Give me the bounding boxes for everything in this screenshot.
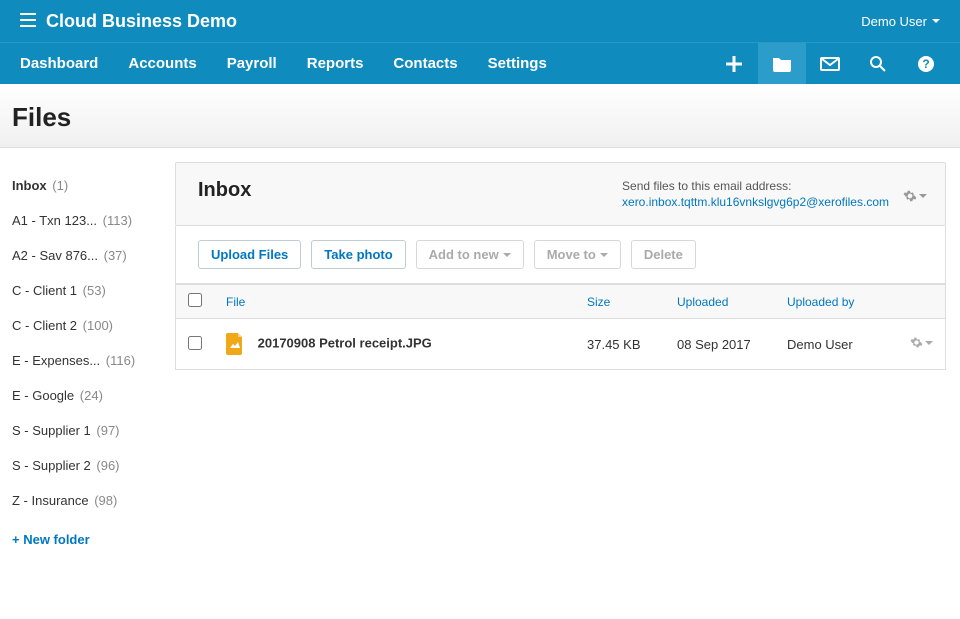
file-image-icon [226, 333, 244, 355]
folder-item[interactable]: S - Supplier 2 (96) [12, 448, 165, 483]
file-uploaded-by: Demo User [775, 319, 895, 370]
content-layout: Inbox (1) A1 - Txn 123... (113) A2 - Sav… [0, 148, 960, 581]
folder-item[interactable]: E - Google (24) [12, 378, 165, 413]
notifications-button[interactable] [806, 43, 854, 84]
folder-label: A2 - Sav 876... [12, 248, 98, 263]
folder-count: (100) [83, 318, 113, 333]
folder-inbox[interactable]: Inbox (1) [12, 168, 165, 203]
tab-payroll[interactable]: Payroll [227, 55, 277, 72]
file-table-wrap: File Size Uploaded Uploaded by [175, 284, 946, 370]
folder-label: Z - Insurance [12, 493, 89, 508]
add-button[interactable] [710, 43, 758, 84]
file-toolbar: Upload Files Take photo Add to new Move … [175, 226, 946, 284]
file-size: 37.45 KB [575, 319, 665, 370]
folder-label: Inbox [12, 178, 47, 193]
folder-sidebar: Inbox (1) A1 - Txn 123... (113) A2 - Sav… [0, 148, 165, 581]
folder-label: S - Supplier 1 [12, 423, 91, 438]
table-row[interactable]: 20170908 Petrol receipt.JPG 37.45 KB 08 … [176, 319, 945, 370]
folder-label: S - Supplier 2 [12, 458, 91, 473]
file-name: 20170908 Petrol receipt.JPG [258, 335, 432, 350]
folder-label: C - Client 1 [12, 283, 77, 298]
move-to-button[interactable]: Move to [534, 240, 621, 269]
select-all-checkbox[interactable] [188, 293, 202, 307]
email-area: Send files to this email address: xero.i… [622, 179, 927, 209]
upload-files-button[interactable]: Upload Files [198, 240, 301, 269]
folder-item[interactable]: C - Client 1 (53) [12, 273, 165, 308]
folder-count: (96) [96, 458, 119, 473]
add-to-new-button[interactable]: Add to new [416, 240, 524, 269]
folder-label: E - Google [12, 388, 74, 403]
page-title: Files [12, 102, 948, 133]
search-button[interactable] [854, 43, 902, 84]
tab-accounts[interactable]: Accounts [128, 55, 196, 72]
brand-bar: Cloud Business Demo Demo User [0, 0, 960, 42]
folder-count: (98) [94, 493, 117, 508]
take-photo-button[interactable]: Take photo [311, 240, 405, 269]
page-header: Files [0, 84, 960, 148]
folder-item[interactable]: E - Expenses... (116) [12, 343, 165, 378]
inbox-email-link[interactable]: xero.inbox.tqttm.klu16vnkslgvg6p2@xerofi… [622, 195, 889, 209]
file-table: File Size Uploaded Uploaded by [176, 284, 945, 369]
col-actions [895, 285, 945, 319]
new-folder-button[interactable]: + New folder [12, 518, 165, 561]
folder-count: (24) [80, 388, 103, 403]
tab-reports[interactable]: Reports [307, 55, 364, 72]
folder-count: (53) [83, 283, 106, 298]
tab-dashboard[interactable]: Dashboard [20, 55, 98, 72]
col-uploaded[interactable]: Uploaded [665, 285, 775, 319]
main-panel: Inbox Send files to this email address: … [165, 148, 960, 581]
tab-contacts[interactable]: Contacts [393, 55, 457, 72]
svg-text:?: ? [922, 57, 929, 71]
folder-count: (116) [106, 353, 135, 368]
folder-item[interactable]: A2 - Sav 876... (37) [12, 238, 165, 273]
folder-label: C - Client 2 [12, 318, 77, 333]
col-size[interactable]: Size [575, 285, 665, 319]
folder-count: (97) [96, 423, 119, 438]
row-checkbox[interactable] [188, 336, 202, 350]
folder-count: (1) [52, 178, 68, 193]
folder-item[interactable]: S - Supplier 1 (97) [12, 413, 165, 448]
panel-heading: Inbox [198, 179, 251, 202]
nav-icon-buttons: ? [710, 43, 950, 84]
panel-settings-button[interactable] [903, 189, 927, 203]
row-actions-button[interactable] [910, 336, 933, 349]
caret-down-icon [600, 253, 608, 257]
files-button[interactable] [758, 43, 806, 84]
tab-settings[interactable]: Settings [488, 55, 547, 72]
user-menu[interactable]: Demo User [861, 14, 940, 29]
button-label: Move to [547, 247, 596, 262]
select-all-header[interactable] [176, 285, 214, 319]
button-label: Add to new [429, 247, 499, 262]
delete-button[interactable]: Delete [631, 240, 696, 269]
caret-down-icon [503, 253, 511, 257]
folder-item[interactable]: Z - Insurance (98) [12, 483, 165, 518]
nav-bar: Dashboard Accounts Payroll Reports Conta… [0, 42, 960, 84]
col-file[interactable]: File [214, 285, 575, 319]
file-uploaded: 08 Sep 2017 [665, 319, 775, 370]
panel-header: Inbox Send files to this email address: … [175, 162, 946, 226]
folder-label: E - Expenses... [12, 353, 100, 368]
app-title: Cloud Business Demo [46, 11, 861, 32]
caret-down-icon [919, 194, 927, 198]
folder-label: A1 - Txn 123... [12, 213, 97, 228]
nav-tabs: Dashboard Accounts Payroll Reports Conta… [20, 43, 710, 84]
user-name: Demo User [861, 14, 927, 29]
folder-count: (113) [103, 213, 132, 228]
help-button[interactable]: ? [902, 43, 950, 84]
caret-down-icon [932, 19, 940, 23]
email-prompt: Send files to this email address: [622, 179, 889, 193]
folder-item[interactable]: C - Client 2 (100) [12, 308, 165, 343]
folder-count: (37) [104, 248, 127, 263]
folder-item[interactable]: A1 - Txn 123... (113) [12, 203, 165, 238]
menu-toggle-icon[interactable] [20, 13, 36, 30]
col-uploaded-by[interactable]: Uploaded by [775, 285, 895, 319]
caret-down-icon [925, 341, 933, 345]
